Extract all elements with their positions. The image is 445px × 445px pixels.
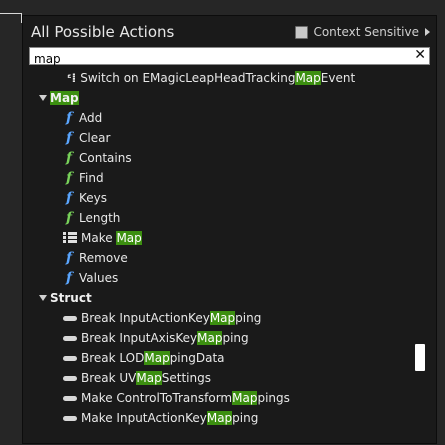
list-item[interactable]: f Clear <box>63 128 110 148</box>
pure-function-icon: f <box>65 210 73 226</box>
list-item[interactable]: ᵋ⁞ Switch on EMagicLeapHeadTrackingMapEv… <box>67 68 355 88</box>
list-item[interactable]: Break InputAxisKeyMapping <box>63 328 249 348</box>
struct-icon <box>63 355 77 361</box>
search-input[interactable] <box>30 51 394 67</box>
list-item[interactable]: f Values <box>63 268 118 288</box>
list-item[interactable]: f Add <box>63 108 102 128</box>
function-icon: f <box>65 130 73 146</box>
list-item-label: Make ControlToTransformMappings <box>81 391 290 405</box>
function-icon: f <box>65 250 73 266</box>
context-sensitive-checkbox[interactable] <box>295 25 309 39</box>
list-item[interactable]: f Find <box>63 168 104 188</box>
function-icon: f <box>65 190 73 206</box>
function-icon: f <box>65 270 73 286</box>
list-item[interactable]: Make ControlToTransformMappings <box>63 388 290 408</box>
event-icon: ᵋ⁞ <box>67 71 77 85</box>
list-item-label: Break UVMapSettings <box>81 371 211 385</box>
context-sensitive-label: Context Sensitive <box>313 25 419 39</box>
action-menu-header: All Possible Actions Context Sensitive <box>23 16 436 46</box>
make-map-icon <box>63 232 77 244</box>
list-item-label: Contains <box>79 151 132 165</box>
list-item[interactable]: Break UVMapSettings <box>63 368 211 388</box>
chevron-right-icon[interactable] <box>425 28 430 36</box>
list-item[interactable]: f Contains <box>63 148 132 168</box>
function-icon: f <box>65 110 73 126</box>
list-item[interactable]: f Length <box>63 208 120 228</box>
expand-arrow-icon[interactable] <box>39 295 47 301</box>
list-item[interactable]: f Remove <box>63 248 128 268</box>
list-item-label: Make InputActionKeyMapping <box>81 411 259 425</box>
scrollbar-thumb[interactable] <box>415 344 425 371</box>
list-item-label: Keys <box>79 191 108 205</box>
struct-icon <box>63 415 77 421</box>
list-item-label: Clear <box>79 131 111 145</box>
list-item-label: Remove <box>79 251 128 265</box>
pure-function-icon: f <box>65 150 73 166</box>
list-item[interactable]: Break LODMappingData <box>63 348 225 368</box>
list-item-label: Find <box>79 171 104 185</box>
menu-title: All Possible Actions <box>31 23 175 41</box>
context-sensitive-toggle[interactable]: Context Sensitive <box>295 25 430 39</box>
action-menu: All Possible Actions Context Sensitive ✕… <box>22 15 437 444</box>
struct-icon <box>63 335 77 341</box>
graph-wire <box>0 13 22 14</box>
list-item-label: Switch on EMagicLeapHeadTrackingMapEvent <box>80 71 356 85</box>
expand-arrow-icon[interactable] <box>39 95 47 101</box>
category-label: Map <box>50 91 79 105</box>
list-item-label: Make Map <box>81 231 142 245</box>
list-item-label: Break LODMappingData <box>81 351 225 365</box>
struct-icon <box>63 375 77 381</box>
list-item-label: Add <box>79 111 103 125</box>
pure-function-icon: f <box>65 170 73 186</box>
list-item-label: Length <box>79 211 121 225</box>
list-item[interactable]: Break InputActionKeyMapping <box>63 308 261 328</box>
list-item-label: Break InputAxisKeyMapping <box>81 331 249 345</box>
list-item[interactable]: Make InputActionKeyMapping <box>63 408 258 428</box>
category-struct[interactable]: Struct <box>39 288 92 308</box>
close-icon[interactable]: ✕ <box>414 47 426 63</box>
category-label: Struct <box>50 291 92 305</box>
list-item-label: Values <box>79 271 119 285</box>
list-item[interactable]: Make Map <box>63 228 142 248</box>
list-item-label: Break InputActionKeyMapping <box>81 311 262 325</box>
search-box[interactable]: ✕ <box>29 47 430 67</box>
struct-icon <box>63 395 77 401</box>
struct-icon <box>63 315 77 321</box>
action-list: ᵋ⁞ Switch on EMagicLeapHeadTrackingMapEv… <box>23 68 436 445</box>
category-map[interactable]: Map <box>39 88 79 108</box>
list-item[interactable]: f Keys <box>63 188 107 208</box>
